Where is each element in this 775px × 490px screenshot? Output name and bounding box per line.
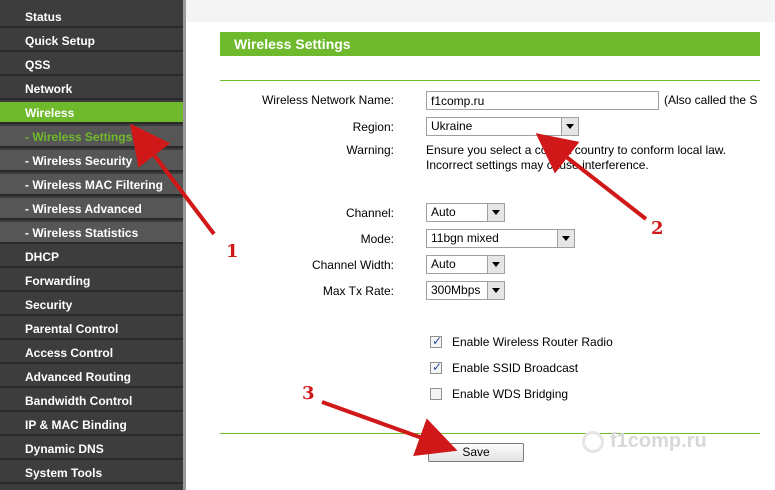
section-divider-top [220, 80, 760, 81]
warning-line-1: Ensure you select a correct country to c… [426, 143, 727, 157]
region-select[interactable]: Ukraine [426, 117, 579, 136]
chevron-down-icon [487, 282, 504, 299]
sidebar-item-security[interactable]: Security [0, 294, 183, 316]
sidebar-item-label: - Wireless Security [25, 154, 133, 168]
warning-label: Warning: [346, 143, 394, 157]
sidebar-item-wireless[interactable]: Wireless [0, 102, 183, 124]
sidebar-item-label: - Wireless Advanced [25, 202, 142, 216]
max-tx-rate-select[interactable]: 300Mbps [426, 281, 505, 300]
sidebar-item-label: Forwarding [25, 274, 91, 288]
channel-label: Channel: [345, 206, 394, 220]
sidebar-item-dynamic-dns[interactable]: Dynamic DNS [0, 438, 183, 460]
sidebar-item-label: Quick Setup [25, 34, 96, 48]
ssid-broadcast-checkbox[interactable] [430, 360, 442, 374]
sidebar-item-label: DHCP [25, 250, 60, 264]
watermark: f1comp.ru [582, 430, 707, 453]
sidebar-item-label: Status [25, 10, 62, 24]
sidebar-item-forwarding[interactable]: Forwarding [0, 270, 183, 292]
network-name-note: (Also called the S [664, 93, 758, 107]
mode-value: 11bgn mixed [431, 231, 499, 245]
mode-select[interactable]: 11bgn mixed [426, 229, 575, 248]
save-button[interactable]: Save [428, 443, 524, 462]
chevron-down-icon [487, 204, 504, 221]
annotation-number-2: 2 [651, 218, 664, 239]
sidebar-item-status[interactable]: Status [0, 6, 183, 28]
channel-width-value: Auto [431, 257, 456, 271]
sidebar-item-label: IP & MAC Binding [25, 418, 127, 432]
channel-width-label: Channel Width: [311, 258, 394, 272]
sidebar-item-label: Parental Control [25, 322, 119, 336]
region-value: Ukraine [431, 119, 473, 133]
chevron-down-icon [487, 256, 504, 273]
ssid-broadcast-label: Enable SSID Broadcast [452, 361, 579, 375]
sidebar-item-access-control[interactable]: Access Control [0, 342, 183, 364]
channel-select[interactable]: Auto [426, 203, 505, 222]
sidebar-item-wireless-advanced[interactable]: - Wireless Advanced [0, 198, 183, 220]
watermark-logo-icon [582, 430, 604, 453]
sidebar-item-label: Bandwidth Control [25, 394, 133, 408]
sidebar-item-label: Dynamic DNS [25, 442, 104, 456]
sidebar-item-label: Network [25, 82, 73, 96]
wds-bridging-checkbox[interactable] [430, 388, 442, 400]
network-name-label: Wireless Network Name: [261, 93, 394, 107]
warning-line-2: Incorrect settings may cause interferenc… [426, 158, 649, 172]
sidebar-item-label: Access Control [25, 346, 114, 360]
annotation-number-1: 1 [226, 241, 239, 262]
sidebar-item-quick-setup[interactable]: Quick Setup [0, 30, 183, 52]
sidebar-item-label: QSS [25, 58, 51, 72]
sidebar-item-wireless-mac-filtering[interactable]: - Wireless MAC Filtering [0, 174, 183, 196]
max-tx-rate-value: 300Mbps [431, 283, 481, 297]
region-label: Region: [352, 120, 394, 134]
sidebar-item-label: Wireless [25, 106, 75, 120]
sidebar-item-network[interactable]: Network [0, 78, 183, 100]
sidebar-item-label: - Wireless MAC Filtering [25, 178, 163, 192]
sidebar-item-label: - Wireless Statistics [25, 226, 139, 240]
sidebar-item-wireless-settings[interactable]: - Wireless Settings [0, 126, 183, 148]
sidebar-item-advanced-routing[interactable]: Advanced Routing [0, 366, 183, 388]
sidebar-item-label: Advanced Routing [25, 370, 132, 384]
max-tx-rate-label: Max Tx Rate: [322, 284, 394, 298]
sidebar-item-dhcp[interactable]: DHCP [0, 246, 183, 268]
page-title: Wireless Settings [220, 32, 760, 56]
channel-value: Auto [431, 205, 456, 219]
channel-width-select[interactable]: Auto [426, 255, 505, 274]
sidebar-nav: Status Quick Setup QSS Network Wireless … [0, 0, 186, 490]
mode-label: Mode: [360, 232, 394, 246]
sidebar-item-label: System Tools [25, 466, 103, 480]
sidebar-item-label: - Wireless Settings [25, 130, 133, 144]
sidebar-item-label: Security [25, 298, 73, 312]
sidebar-item-wireless-statistics[interactable]: - Wireless Statistics [0, 222, 183, 244]
wds-bridging-label: Enable WDS Bridging [452, 387, 569, 401]
wireless-radio-label: Enable Wireless Router Radio [452, 335, 613, 349]
chevron-down-icon [561, 118, 578, 135]
sidebar-item-qss[interactable]: QSS [0, 54, 183, 76]
sidebar-item-system-tools[interactable]: System Tools [0, 462, 183, 484]
annotation-number-3: 3 [302, 383, 315, 404]
chevron-down-icon [557, 230, 574, 247]
network-name-input[interactable]: f1comp.ru [426, 91, 659, 110]
sidebar-item-bandwidth-control[interactable]: Bandwidth Control [0, 390, 183, 412]
sidebar-item-parental-control[interactable]: Parental Control [0, 318, 183, 340]
watermark-text: f1comp.ru [610, 430, 707, 452]
top-strip [186, 0, 775, 22]
sidebar-item-ip-mac-binding[interactable]: IP & MAC Binding [0, 414, 183, 436]
wireless-radio-checkbox[interactable] [430, 334, 442, 348]
sidebar-item-wireless-security[interactable]: - Wireless Security [0, 150, 183, 172]
